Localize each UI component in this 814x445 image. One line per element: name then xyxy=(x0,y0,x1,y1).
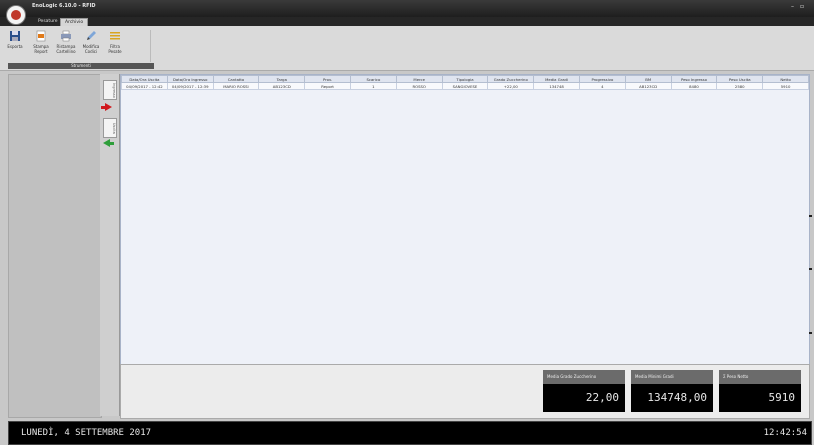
col-header[interactable]: Netto xyxy=(762,75,809,83)
col-header[interactable]: Progressivo xyxy=(578,75,626,83)
floppy-disk-icon xyxy=(10,31,20,41)
scroll-marker xyxy=(809,215,812,217)
filter-weighings-button[interactable]: Filtra Pesate xyxy=(104,30,126,54)
export-button[interactable]: Esporta xyxy=(4,30,26,49)
table-cell: 5910 xyxy=(762,82,809,90)
print-report-label: Stampa Report xyxy=(33,44,49,54)
scroll-marker xyxy=(809,332,812,334)
table-cell: +22,00 xyxy=(487,82,535,90)
col-header[interactable]: Data/Ora Uscita xyxy=(121,75,168,83)
restore-icon[interactable]: ▫ xyxy=(800,3,804,10)
tab-archivio[interactable]: Archivio xyxy=(60,18,89,26)
print-report-button[interactable]: Stampa Report xyxy=(30,30,52,54)
col-header[interactable]: Peso Ingresso xyxy=(670,75,718,83)
tab-ingresso[interactable]: Ingresso xyxy=(103,80,117,100)
table-cell: AB123CD xyxy=(624,82,672,90)
col-header[interactable]: Tipologia xyxy=(441,75,489,83)
table-cell: AB123CD xyxy=(258,82,306,90)
col-header[interactable]: Scarico xyxy=(349,75,397,83)
table-cell: 8480 xyxy=(670,82,718,90)
net-weight-total-label: Σ Peso Netto xyxy=(719,370,801,384)
status-date: LUNEDÌ, 4 SETTEMBRE 2017 xyxy=(21,428,152,438)
avg-sugar-grade-value: 22,00 xyxy=(543,384,625,412)
avg-min-grades-box: Media Minimi Gradi 134748,00 xyxy=(631,370,713,412)
avg-min-grades-value: 134748,00 xyxy=(631,384,713,412)
avg-sugar-grade-box: Media Grado Zuccherino 22,00 xyxy=(543,370,625,412)
minimize-icon[interactable]: – xyxy=(791,3,794,10)
col-header[interactable]: Cantatto xyxy=(212,75,260,83)
left-panel xyxy=(8,74,102,418)
col-header[interactable]: Grado Zuccherino xyxy=(487,75,535,83)
filter-icon xyxy=(110,32,120,40)
report-icon xyxy=(36,30,46,42)
col-header[interactable]: Merce xyxy=(395,75,443,83)
pencil-icon xyxy=(87,31,96,40)
table-cell: Report xyxy=(304,82,351,90)
title-bar xyxy=(0,0,814,17)
table-cell: MARIO ROSSI xyxy=(212,82,260,90)
col-header[interactable]: Data/Ora Ingresso xyxy=(166,75,214,83)
table-cell: 1 xyxy=(349,82,397,90)
table-cell: 04/09/2017 - 12:39 xyxy=(166,82,214,90)
reprint-label-label: Ristampa Cartellino xyxy=(56,44,76,54)
ribbon-group-label: Strumenti xyxy=(8,63,154,69)
col-header[interactable]: Targa xyxy=(258,75,306,83)
table-cell: 2580 xyxy=(716,82,764,90)
arrow-left-icon xyxy=(103,139,114,147)
app-logo-icon[interactable] xyxy=(6,5,26,25)
table-cell: SANGIOVESE xyxy=(441,82,489,90)
status-clock: 12:42:54 xyxy=(763,428,807,438)
net-weight-total-value: 5910 xyxy=(719,384,801,412)
app-title: EnoLogic 6.10.0 - RFID xyxy=(32,3,96,9)
table-cell: 134748 xyxy=(533,82,580,90)
scroll-marker xyxy=(809,268,812,270)
col-header[interactable]: Prov. xyxy=(304,75,351,83)
tab-pesature[interactable]: Pesature xyxy=(34,18,62,25)
weighings-grid: Data/Ora Uscita Data/Ora Ingresso Cantat… xyxy=(120,74,810,366)
col-header[interactable]: Peso Uscita xyxy=(716,75,764,83)
table-header-row: Data/Ora Uscita Data/Ora Ingresso Cantat… xyxy=(121,75,809,83)
filter-weighings-label: Filtra Pesate xyxy=(108,44,122,54)
reprint-label-button[interactable]: Ristampa Cartellino xyxy=(55,30,77,54)
arrow-right-icon xyxy=(101,103,112,111)
edit-codes-button[interactable]: Modifica Codici xyxy=(80,30,102,54)
tab-uscita[interactable]: Uscita xyxy=(103,118,117,138)
avg-min-grades-label: Media Minimi Gradi xyxy=(631,370,713,384)
ribbon-separator xyxy=(150,30,151,62)
table-cell: 4 xyxy=(578,82,626,90)
status-bar: LUNEDÌ, 4 SETTEMBRE 2017 12:42:54 xyxy=(8,421,812,445)
table-cell: 04/09/2017 - 12:42 xyxy=(121,82,168,90)
avg-sugar-grade-label: Media Grado Zuccherino xyxy=(543,370,625,384)
table-cell: ROSSO xyxy=(395,82,443,90)
ribbon-tabstrip xyxy=(0,17,814,26)
net-weight-total-box: Σ Peso Netto 5910 xyxy=(719,370,801,412)
edit-codes-label: Modifica Codici xyxy=(82,44,100,54)
table-row[interactable]: 04/09/2017 - 12:42 04/09/2017 - 12:39 MA… xyxy=(121,82,809,90)
printer-icon xyxy=(61,30,71,42)
col-header[interactable]: Media Gradi xyxy=(533,75,580,83)
col-header[interactable]: BM xyxy=(624,75,672,83)
export-label: Esporta xyxy=(7,44,23,49)
weighings-table: Data/Ora Uscita Data/Ora Ingresso Cantat… xyxy=(121,75,809,90)
